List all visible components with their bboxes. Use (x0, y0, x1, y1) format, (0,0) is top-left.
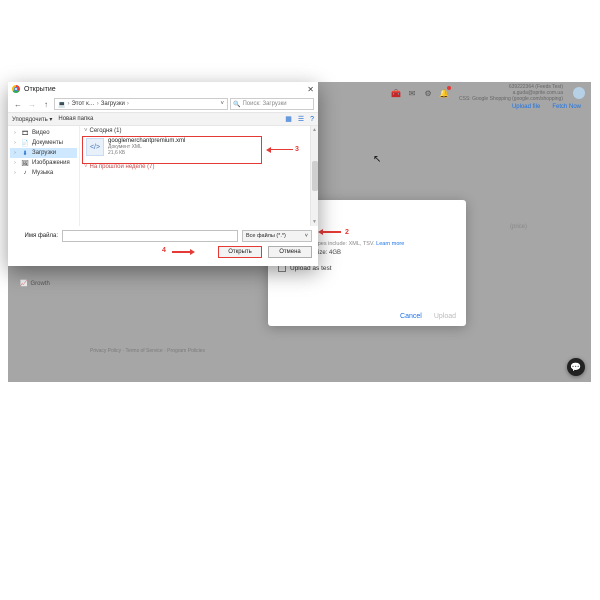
file-list: ˅Сегодня (1) </> googlemerchantpremium.x… (80, 126, 310, 226)
dialog-titlebar: Открытие ✕ (8, 82, 318, 96)
breadcrumb[interactable]: 💻 › Этот к… › Загрузки › ˅ (54, 98, 228, 110)
privacy-link[interactable]: Privacy Policy (90, 348, 121, 354)
pc-icon: 💻 (58, 101, 65, 108)
tree-item-downloads[interactable]: ›⬇Загрузки (10, 148, 77, 158)
filename-input[interactable] (62, 230, 238, 242)
dialog-title: Открытие (24, 86, 56, 93)
chevron-down-icon: ˅ (305, 233, 308, 239)
folder-tree: ›🎞Видео ›📄Документы ›⬇Загрузки ›🖼Изображ… (8, 126, 80, 226)
fetch-now-link[interactable]: Fetch Now (552, 104, 581, 110)
settings-gear-icon[interactable]: ⚙ (423, 88, 433, 98)
close-button[interactable]: ✕ (307, 85, 314, 94)
program-link[interactable]: Program Policies (167, 348, 205, 354)
tree-item-documents[interactable]: ›📄Документы (10, 138, 77, 148)
image-icon: 🖼 (21, 159, 29, 167)
annotation-ring-3 (82, 136, 262, 164)
chat-icon: 💬 (570, 362, 581, 373)
search-icon: 🔍 (233, 101, 240, 108)
annotation-arrow-4 (172, 249, 195, 255)
annotation-arrow-2: 2 (318, 229, 349, 236)
view-list-button[interactable]: ☰ (298, 115, 304, 123)
learn-more-link[interactable]: Learn more (376, 241, 404, 247)
view-icons-button[interactable]: ▦ (285, 115, 292, 123)
mail-icon[interactable]: ✉ (407, 88, 417, 98)
notifications-bell-icon[interactable]: 🔔 (439, 88, 449, 98)
path-seg-2[interactable]: Загрузки (101, 101, 125, 107)
cancel-button[interactable]: Cancel (400, 313, 422, 320)
path-seg-1[interactable]: Этот к… (71, 101, 94, 107)
dialog-toolbar: Упорядочить ▾ Новая папка ▦ ☰ ? (8, 112, 318, 126)
video-icon: 🎞 (21, 129, 29, 137)
help-button[interactable]: ? (310, 116, 314, 123)
app-background: 🧰 ✉ ⚙ 🔔 639222364 (Feeds Test) a.guda@sp… (8, 82, 591, 382)
cursor-icon: ↖ (373, 154, 381, 165)
upload-file-link[interactable]: Upload file (512, 104, 540, 110)
annotation-number-3: 3 (295, 146, 299, 153)
tree-item-video[interactable]: ›🎞Видео (10, 128, 77, 138)
annotation-arrow-3: 3 (266, 146, 299, 153)
scrollbar-thumb[interactable] (312, 161, 318, 191)
annotation-number-4: 4 (162, 247, 166, 254)
upload-button[interactable]: Upload (434, 313, 456, 320)
footer-links: Privacy Policy · Terms of Service · Prog… (90, 348, 205, 354)
open-button[interactable]: Открыть (218, 246, 262, 258)
music-icon: ♪ (21, 169, 29, 177)
dialog-cancel-button[interactable]: Отмена (268, 246, 312, 258)
path-bar: ← → ↑ 💻 › Этот к… › Загрузки › ˅ 🔍 Поиск… (8, 96, 318, 112)
search-input[interactable]: 🔍 Поиск: Загрузки (230, 98, 314, 110)
search-placeholder: Поиск: Загрузки (242, 101, 286, 107)
sidebar-item-label: Growth (30, 281, 49, 287)
nav-forward-button[interactable]: → (26, 98, 38, 110)
avatar[interactable] (573, 87, 585, 99)
organize-menu[interactable]: Упорядочить ▾ (12, 116, 52, 123)
chrome-icon (12, 85, 20, 93)
tree-item-images[interactable]: ›🖼Изображения (10, 158, 77, 168)
filename-label: Имя файла: (14, 233, 58, 239)
toolbox-icon[interactable]: 🧰 (391, 88, 401, 98)
group-today[interactable]: ˅Сегодня (1) (84, 128, 306, 134)
account-info: 639222364 (Feeds Test) a.guda@sprite.com… (459, 84, 563, 102)
tree-item-music[interactable]: ›♪Музыка (10, 168, 77, 178)
sidebar-item-growth[interactable]: 📈 Growth (20, 280, 50, 287)
new-folder-button[interactable]: Новая папка (58, 116, 93, 122)
clipped-text: (price) (510, 224, 527, 230)
account-program: CSS: Google Shopping (google.com/shoppin… (459, 96, 563, 102)
document-icon: 📄 (21, 139, 29, 147)
download-icon: ⬇ (21, 149, 29, 157)
scrollbar[interactable]: ▲▼ (310, 126, 318, 226)
terms-link[interactable]: Terms of Service (125, 348, 162, 354)
path-dropdown-icon[interactable]: ˅ (220, 101, 224, 107)
growth-icon: 📈 (20, 280, 27, 287)
header-actions: Upload file Fetch Now (512, 104, 581, 110)
header-account-bar: 🧰 ✉ ⚙ 🔔 639222364 (Feeds Test) a.guda@sp… (391, 84, 585, 102)
file-type-filter[interactable]: Все файлы (*.*)˅ (242, 230, 312, 242)
nav-up-button[interactable]: ↑ (40, 98, 52, 110)
group-last-week[interactable]: ˅На прошлой неделе (7) (84, 164, 306, 170)
file-open-dialog: Открытие ✕ ← → ↑ 💻 › Этот к… › Загрузки … (8, 82, 318, 266)
annotation-number-2: 2 (345, 229, 349, 236)
feedback-fab[interactable]: 💬 (567, 358, 585, 376)
nav-back-button[interactable]: ← (12, 98, 24, 110)
